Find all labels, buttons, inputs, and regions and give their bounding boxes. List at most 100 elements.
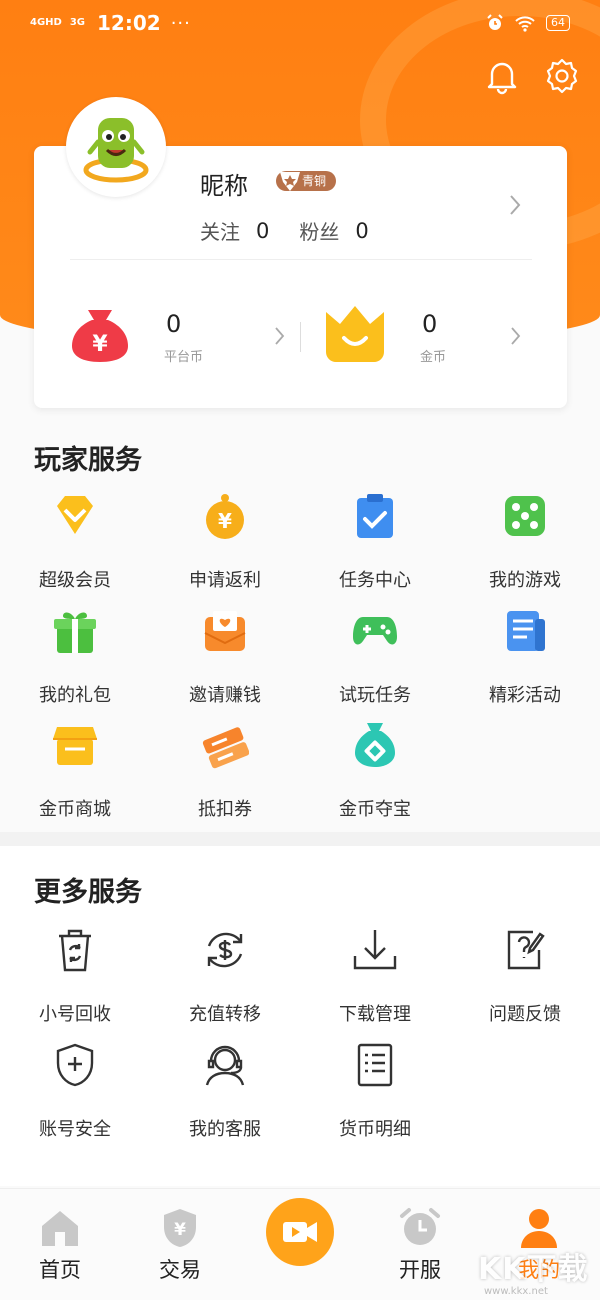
service-label: 下载管理 (339, 1004, 411, 1025)
service-label: 充值转移 (189, 1004, 261, 1025)
header-actions (482, 56, 582, 96)
more-transfer[interactable]: 充值转移 (150, 926, 300, 1026)
player-services-title: 玩家服务 (34, 445, 142, 476)
newspaper-icon (507, 611, 545, 651)
tab-home[interactable]: 首页 (15, 1206, 105, 1284)
yen-bag-icon: ¥ (206, 494, 244, 539)
chevron-right-icon[interactable] (508, 193, 522, 217)
service-label: 任务中心 (339, 570, 411, 591)
level-badge-label: 青铜 (302, 174, 327, 188)
feedback-icon (507, 930, 545, 970)
home-icon (42, 1211, 78, 1246)
service-label: 我的礼包 (39, 685, 111, 706)
yen-shield-icon: ¥ (164, 1209, 196, 1247)
download-icon (353, 930, 397, 970)
wallet-separator (300, 322, 301, 352)
alarm-icon (487, 14, 503, 30)
service-super-vip[interactable]: 超级会员 (0, 492, 150, 592)
service-label: 邀请赚钱 (189, 685, 261, 706)
tab-label: 首页 (39, 1258, 81, 1282)
dollar-transfer-icon (207, 932, 243, 968)
watermark-text: KK下载 (478, 1252, 589, 1287)
service-label: 金币夺宝 (339, 799, 411, 820)
headset-icon (205, 1045, 245, 1086)
level-badge: 青铜 (276, 171, 337, 191)
service-label: 试玩任务 (339, 685, 411, 706)
service-trial-task[interactable]: 试玩任务 (300, 607, 450, 707)
dice-icon (505, 496, 545, 536)
follow-count[interactable]: 0 (256, 219, 269, 243)
service-my-gifts[interactable]: 我的礼包 (0, 607, 150, 707)
service-coupon[interactable]: 抵扣券 (150, 721, 300, 821)
envelope-heart-icon (204, 611, 246, 651)
app-screen: 4GHD 3G 12:02 ··· 64 昵称 青铜 关注 0 粉丝 0 ¥ 0… (0, 0, 600, 1300)
bell-icon[interactable] (482, 56, 522, 96)
alarm-clock-icon (400, 1208, 440, 1245)
nickname: 昵称 (200, 172, 248, 200)
service-events[interactable]: 精彩活动 (450, 607, 600, 707)
svg-text:¥: ¥ (92, 332, 108, 357)
avatar[interactable] (66, 97, 166, 197)
service-invite[interactable]: 邀请赚钱 (150, 607, 300, 707)
service-label: 问题反馈 (489, 1004, 561, 1025)
clipboard-check-icon (357, 494, 393, 538)
more-services-title: 更多服务 (34, 877, 142, 908)
more-account-security[interactable]: 账号安全 (0, 1041, 150, 1141)
service-label: 精彩活动 (489, 685, 561, 706)
svg-text:¥: ¥ (218, 509, 232, 533)
list-doc-icon (357, 1043, 393, 1087)
treasure-bag-icon (355, 723, 395, 767)
follow-stats: 关注 0 粉丝 0 (200, 216, 399, 245)
fans-label[interactable]: 粉丝 (299, 216, 339, 245)
tab-trade[interactable]: ¥ 交易 (135, 1206, 225, 1284)
gold-coin-value: 0 (422, 310, 438, 338)
gamepad-icon (353, 617, 397, 645)
chevron-right-icon[interactable] (274, 326, 286, 346)
recycle-bin-icon (59, 929, 91, 972)
service-label: 申请返利 (189, 570, 261, 591)
fans-count[interactable]: 0 (355, 219, 368, 243)
service-treasure[interactable]: 金币夺宝 (300, 721, 450, 821)
crown-icon[interactable] (322, 304, 388, 366)
shield-plus-icon (56, 1043, 94, 1087)
more-download[interactable]: 下载管理 (300, 926, 450, 1026)
service-rebate[interactable]: ¥ 申请返利 (150, 492, 300, 592)
status-time: 12:02 (97, 11, 161, 35)
shop-icon (53, 727, 97, 765)
star-icon (280, 172, 300, 191)
service-label: 超级会员 (39, 570, 111, 591)
follow-label[interactable]: 关注 (200, 216, 240, 245)
more-recycle[interactable]: 小号回收 (0, 926, 150, 1026)
service-my-games[interactable]: 我的游戏 (450, 492, 600, 592)
money-bag-icon[interactable]: ¥ (68, 302, 132, 366)
service-coin-shop[interactable]: 金币商城 (0, 721, 150, 821)
ticket-icon (202, 727, 249, 769)
more-customer-service[interactable]: 我的客服 (150, 1041, 300, 1141)
chevron-right-icon[interactable] (510, 326, 522, 346)
service-label: 我的客服 (189, 1119, 261, 1140)
battery-indicator: 64 (546, 15, 570, 31)
tab-label: 开服 (399, 1258, 441, 1282)
status-dots: ··· (170, 12, 191, 34)
tab-label: 交易 (159, 1258, 201, 1282)
tab-open-server[interactable]: 开服 (375, 1206, 465, 1284)
service-label: 小号回收 (39, 1004, 111, 1025)
section-gap (0, 832, 600, 846)
video-button[interactable] (266, 1198, 334, 1266)
service-label: 货币明细 (339, 1119, 411, 1140)
signal-4g: 4GHD (30, 17, 62, 28)
card-divider (70, 259, 532, 260)
gift-icon (54, 612, 96, 653)
service-label: 金币商城 (39, 799, 111, 820)
watermark-logo: KK下载 www.kkx.net (478, 1244, 600, 1300)
gear-icon[interactable] (542, 56, 582, 96)
service-label: 抵扣券 (198, 799, 252, 820)
more-currency-detail[interactable]: 货币明细 (300, 1041, 450, 1141)
service-task-center[interactable]: 任务中心 (300, 492, 450, 592)
wifi-icon (515, 16, 535, 32)
svg-text:¥: ¥ (174, 1220, 186, 1240)
status-bar: 4GHD 3G 12:02 ··· 64 (0, 0, 600, 46)
more-feedback[interactable]: 问题反馈 (450, 926, 600, 1026)
platform-coin-label: 平台币 (164, 350, 204, 365)
gold-coin-label: 金币 (420, 350, 447, 365)
